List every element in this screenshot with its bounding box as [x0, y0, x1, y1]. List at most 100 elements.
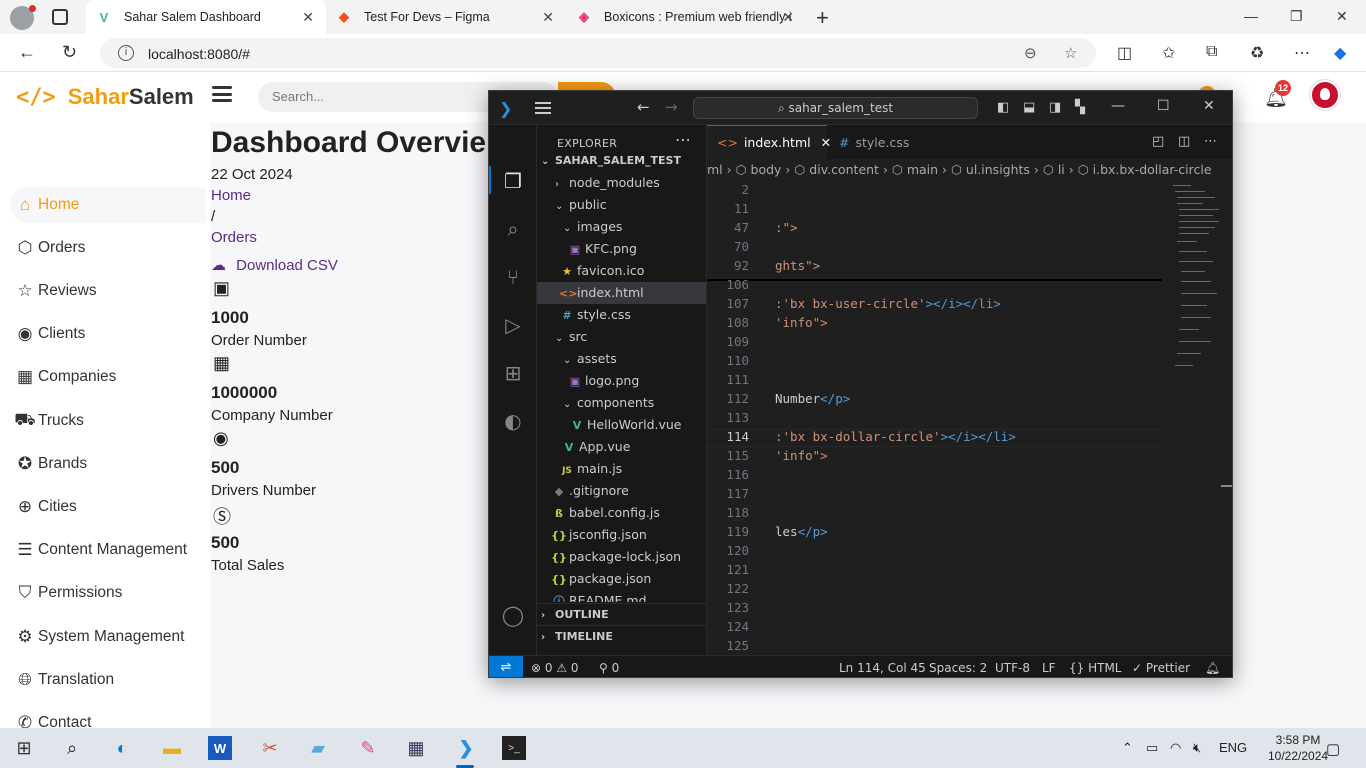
breadcrumb-item[interactable]: i.bx.bx-dollar-circle — [1093, 162, 1212, 177]
notifications-bell-icon[interactable]: 🔔︎ — [1205, 661, 1220, 675]
open-preview-icon[interactable]: ◰ — [1152, 134, 1164, 149]
sidebar-item-clients[interactable]: ◉ Clients — [10, 316, 206, 352]
volume-icon[interactable]: 🔇︎ — [1193, 740, 1201, 756]
paint-icon[interactable]: ✎ — [356, 736, 380, 760]
sidebar-item-system-management[interactable]: ⚙ System Management — [10, 619, 206, 655]
breadcrumb-home[interactable]: Home — [211, 187, 251, 204]
system-clock[interactable]: 3:58 PM 10/22/2024 — [1268, 732, 1328, 764]
file-explorer-icon[interactable]: ▬ — [160, 736, 184, 760]
breadcrumb-item[interactable]: ul.insights — [966, 162, 1030, 177]
sidebar-item-companies[interactable]: ▦ Companies — [10, 359, 206, 395]
close-window-icon[interactable]: ✕ — [1336, 8, 1348, 25]
terminal-icon[interactable]: >_ — [502, 736, 526, 760]
tree-item[interactable]: ⌄ images — [537, 216, 706, 238]
indentation[interactable]: Spaces: 2 — [929, 661, 987, 675]
editor-more-icon[interactable]: ⋯ — [1204, 134, 1217, 149]
timeline-section[interactable]: › TIMELINE — [537, 625, 706, 647]
settings-more-icon[interactable]: ⋯ — [1294, 43, 1310, 63]
address-bar[interactable]: i localhost:8080/# ⊖ ☆ — [100, 38, 1096, 68]
remote-icon[interactable]: ⇌ — [489, 656, 523, 677]
problems-indicator[interactable]: ⊗ 0 ⚠ 0 — [531, 661, 579, 675]
vscode-close-icon[interactable]: ✕ — [1203, 98, 1215, 114]
calculator-icon[interactable]: ▦ — [404, 736, 428, 760]
favorites-icon[interactable]: ✩ — [1162, 43, 1175, 63]
battery-icon[interactable]: ▭ — [1146, 740, 1158, 756]
tree-item[interactable]: V App.vue — [537, 436, 706, 458]
code-editor[interactable]: 2 11 47 70 92 106 107 108 109 110 111 11… — [707, 181, 1162, 655]
minimize-icon[interactable]: — — [1244, 8, 1258, 24]
breadcrumb-item[interactable]: div.content — [809, 162, 879, 177]
cursor-position[interactable]: Ln 114, Col 45 — [839, 661, 926, 675]
language-mode[interactable]: {} HTML — [1069, 661, 1122, 675]
tree-item[interactable]: {} jsconfig.json — [537, 524, 706, 546]
end-of-line[interactable]: LF — [1042, 661, 1056, 675]
tree-item[interactable]: JS main.js — [537, 458, 706, 480]
extensions-icon[interactable]: ⊞ — [501, 361, 525, 385]
app-logo[interactable]: </> Sahar Salem — [16, 84, 194, 110]
search-icon[interactable]: ⌕ — [501, 217, 525, 241]
toggle-panel-icon[interactable]: ⬓ — [1023, 100, 1035, 115]
show-hidden-icons[interactable]: ⌃ — [1122, 740, 1133, 756]
extensions-icon[interactable]: ♻ — [1250, 43, 1264, 63]
edge-browser-icon[interactable]: ◐ — [110, 736, 134, 760]
site-info-icon[interactable]: i — [118, 45, 134, 61]
run-debug-icon[interactable]: ▷ — [501, 313, 525, 337]
encoding[interactable]: UTF-8 — [995, 661, 1030, 675]
browser-tab-figma[interactable]: ◆ Test For Devs – Figma ✕ — [326, 0, 566, 34]
vscode-taskbar-icon[interactable]: ❯ — [454, 736, 478, 760]
windows-start-icon[interactable]: ⊞ — [12, 736, 36, 760]
accounts-icon[interactable]: ◯ — [501, 603, 525, 627]
download-csv-button[interactable]: ☁ Download CSV — [211, 256, 338, 274]
tree-item-selected[interactable]: <>index.html — [537, 282, 706, 304]
nav-back-icon[interactable]: ← — [637, 98, 650, 116]
vscode-minimize-icon[interactable]: — — [1111, 98, 1125, 114]
breadcrumb-orders[interactable]: Orders — [211, 229, 257, 246]
zoom-icon[interactable]: ⊖ — [1024, 44, 1037, 62]
source-control-icon[interactable]: ⑂ — [501, 265, 525, 289]
url-text[interactable]: localhost:8080/# — [148, 46, 250, 62]
tree-item[interactable]: ◆ .gitignore — [537, 480, 706, 502]
nav-forward-icon[interactable]: → — [665, 98, 678, 116]
toggle-sidebar-icon[interactable]: ◧ — [997, 100, 1009, 115]
sidebar-item-home[interactable]: ⌂ Home — [10, 187, 206, 223]
tree-item[interactable]: › node_modules — [537, 172, 706, 194]
tree-item[interactable]: ▣ KFC.png — [537, 238, 706, 260]
tree-item[interactable]: {} package-lock.json — [537, 546, 706, 568]
tree-item[interactable]: ▣ logo.png — [537, 370, 706, 392]
breadcrumb-item[interactable]: body — [751, 162, 782, 177]
tree-item[interactable]: ⓘ README.md — [537, 590, 706, 602]
explorer-icon[interactable]: ❐ — [501, 169, 525, 193]
tree-item[interactable]: ß babel.config.js — [537, 502, 706, 524]
search-icon[interactable]: ⌕ — [60, 736, 84, 760]
sidebar-item-permissions[interactable]: ⛉ Permissions — [10, 575, 206, 611]
breadcrumb-item[interactable]: ml — [707, 162, 723, 177]
vscode-menu-icon[interactable] — [535, 102, 551, 117]
edge-devtools-icon[interactable]: ◐ — [501, 409, 525, 433]
tab-actions-icon[interactable] — [52, 9, 68, 25]
tree-item[interactable]: V HelloWorld.vue — [537, 414, 706, 436]
scrollbar-indicator[interactable] — [1221, 485, 1232, 487]
new-tab-icon[interactable]: + — [816, 5, 829, 31]
sidebar-item-contact[interactable]: ✆ Contact — [10, 705, 206, 728]
close-tab-icon[interactable]: ✕ — [302, 9, 314, 26]
tree-item[interactable]: ★ favicon.ico — [537, 260, 706, 282]
sidebar-item-trucks[interactable]: ⛟ Trucks — [10, 403, 206, 439]
word-icon[interactable]: W — [208, 736, 232, 760]
prettier-status[interactable]: ✓ Prettier — [1132, 661, 1190, 675]
tree-item[interactable]: ⌄ assets — [537, 348, 706, 370]
restore-icon[interactable]: ❐ — [1290, 8, 1303, 25]
editor-tab-index-html[interactable]: <> index.html ✕ — [707, 125, 831, 159]
vscode-maximize-icon[interactable]: ☐ — [1157, 98, 1170, 114]
language-indicator[interactable]: ENG — [1219, 740, 1247, 755]
vscode-window[interactable]: ❯ ← → ⌕ sahar_salem_test ◧ ⬓ ◨ ▚ — ☐ ✕ ❐… — [488, 90, 1233, 678]
tree-item[interactable]: ⌄ public — [537, 194, 706, 216]
sidebar-item-brands[interactable]: ✪ Brands — [10, 446, 206, 482]
notepad-icon[interactable]: ▰ — [306, 736, 330, 760]
copilot-icon[interactable]: ◆ — [1334, 43, 1346, 63]
more-actions-icon[interactable]: ⋯ — [675, 130, 691, 149]
project-folder[interactable]: ⌄ SAHAR_SALEM_TEST — [537, 150, 706, 172]
tree-item[interactable]: # style.css — [537, 304, 706, 326]
browser-tab-dashboard[interactable]: V Sahar Salem Dashboard ✕ — [86, 0, 326, 34]
tree-item[interactable]: {} package.json — [537, 568, 706, 590]
tree-item[interactable]: ⌄ src — [537, 326, 706, 348]
